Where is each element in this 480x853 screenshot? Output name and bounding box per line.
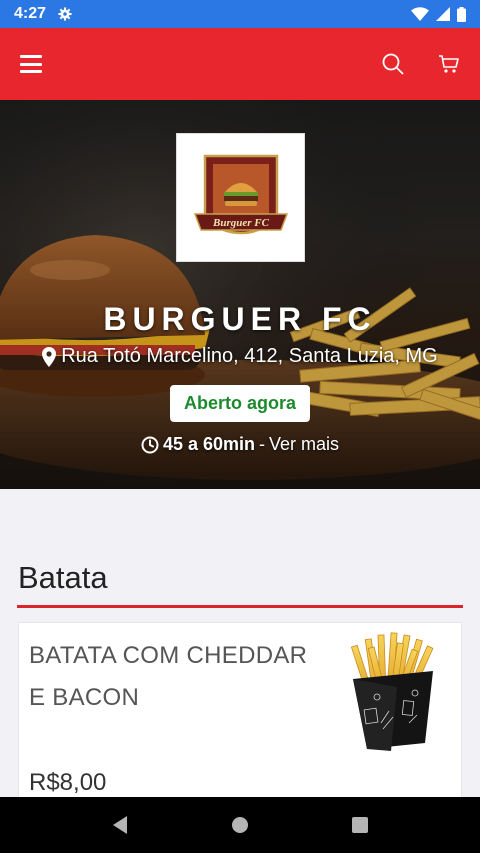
store-logo: Burguer FC: [176, 133, 305, 262]
product-price: R$8,00: [29, 769, 107, 796]
map-pin-icon: [42, 346, 57, 367]
status-time: 4:27: [14, 5, 47, 22]
home-icon[interactable]: [231, 816, 249, 834]
delivery-separator: -: [259, 434, 266, 454]
search-icon[interactable]: [382, 53, 404, 75]
battery-icon: [457, 6, 466, 22]
status-bar: 4:27: [0, 0, 480, 28]
section-title: Batata: [18, 560, 108, 595]
gear-icon: [58, 7, 72, 21]
product-name: BATATA COM CHEDDAR E BACON: [29, 642, 308, 711]
wifi-icon: [411, 7, 429, 21]
cart-icon[interactable]: [438, 53, 460, 75]
delivery-time: 45 a 60min: [162, 434, 256, 454]
app-bar: [0, 28, 480, 100]
back-icon[interactable]: [111, 815, 129, 835]
signal-icon: [436, 7, 450, 21]
fries-box-image: [350, 632, 434, 751]
store-address: Rua Totó Marcelino, 412, Santa Luzia, MG: [0, 345, 480, 368]
address-text: Rua Totó Marcelino, 412, Santa Luzia, MG: [61, 345, 438, 367]
product-card[interactable]: BATATA COM CHEDDAR E BACON R$8,00: [18, 622, 462, 812]
burger-logo-icon: Burguer FC: [193, 154, 288, 234]
status-badge: Aberto agora: [170, 385, 310, 422]
recents-icon[interactable]: [351, 816, 369, 834]
store-header: Burguer FC BURGUER FC Rua Totó Marcelino…: [0, 100, 480, 489]
see-more-link[interactable]: Ver mais: [269, 434, 339, 455]
delivery-info: 45 a 60min - Ver mais: [0, 434, 480, 455]
system-nav-bar: [0, 797, 480, 853]
section-divider: [17, 605, 463, 608]
store-name: BURGUER FC: [103, 301, 377, 337]
svg-text:Burguer FC: Burguer FC: [212, 217, 270, 229]
clock-icon: [141, 436, 159, 453]
menu-icon[interactable]: [20, 55, 42, 73]
